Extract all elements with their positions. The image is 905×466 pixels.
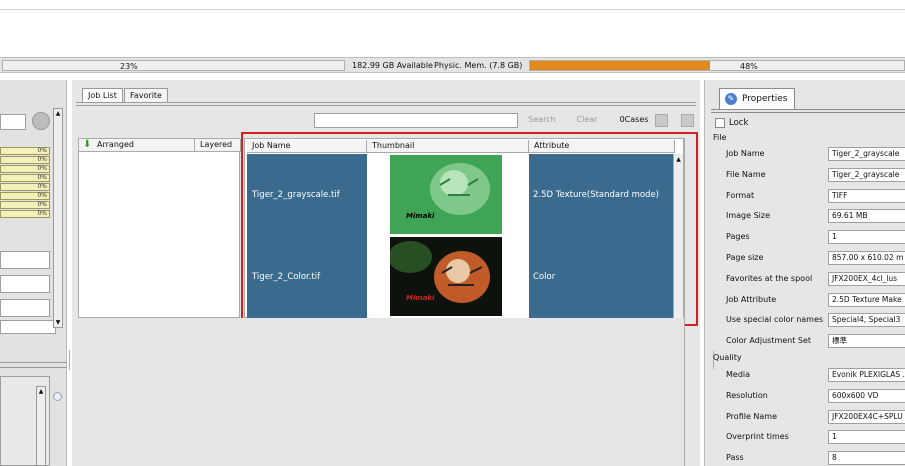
- percent-row: 0%: [0, 174, 50, 182]
- search-button[interactable]: Search: [524, 112, 560, 128]
- property-value-field[interactable]: Tiger_2_grayscale: [828, 167, 905, 182]
- case-count: 0Cases: [619, 115, 649, 124]
- status-circle-icon: [32, 112, 50, 130]
- tab-favorite[interactable]: Favorite: [124, 88, 168, 103]
- property-value-field[interactable]: 1: [828, 230, 905, 245]
- percent-row: 0%: [0, 183, 50, 191]
- memory-usage-fill: [530, 61, 710, 70]
- left-input-2[interactable]: [0, 275, 50, 293]
- nav-prev-button[interactable]: [655, 114, 668, 127]
- nav-next-button[interactable]: [681, 114, 694, 127]
- search-input[interactable]: [314, 113, 518, 128]
- property-value-field[interactable]: Evonik PLEXIGLAS .: [828, 368, 905, 382]
- percent-row: 0%: [0, 147, 50, 155]
- arrange-list: ⬇ Arranged Layered: [78, 138, 241, 318]
- file-section-label: File: [713, 133, 727, 142]
- property-label: Job Attribute: [726, 294, 777, 304]
- properties-panel: ✎ Properties Lock File Quality Job Name T…: [704, 80, 905, 466]
- properties-tab-label: Properties: [742, 94, 788, 104]
- arrange-down-arrow-icon: ⬇: [83, 139, 92, 150]
- property-value-field[interactable]: 8: [828, 451, 905, 466]
- disk-percent: 23%: [120, 62, 138, 71]
- property-value-field[interactable]: 2.5D Texture Make: [828, 292, 905, 307]
- scroll-down-icon[interactable]: ▼: [54, 318, 62, 327]
- property-label: Media: [726, 370, 751, 379]
- property-label: Resolution: [726, 390, 768, 400]
- property-value-field[interactable]: 1: [828, 430, 905, 445]
- property-value-field[interactable]: 69.61 MB: [828, 209, 905, 224]
- center-lower-area: [78, 318, 684, 466]
- splitter-knob-icon[interactable]: [53, 392, 62, 401]
- layered-header[interactable]: Layered: [195, 139, 241, 152]
- memory-label: Physic. Mem. (7.8 GB): [434, 61, 523, 70]
- left-scrollbar-top[interactable]: ▲ ▼: [53, 108, 63, 328]
- property-label: Favorites at the spool: [726, 273, 813, 283]
- status-bar: 23% 182.99 GB Available Physic. Mem. (7.…: [0, 57, 905, 73]
- properties-icon: ✎: [725, 93, 737, 105]
- percent-row: 0%: [0, 192, 50, 200]
- tab-properties[interactable]: ✎ Properties: [719, 88, 795, 109]
- property-value-field[interactable]: 標準: [828, 334, 905, 349]
- property-label: Profile Name: [726, 411, 778, 421]
- property-label: Overprint times: [726, 432, 789, 442]
- left-input-4[interactable]: [0, 320, 56, 334]
- tab-job-list[interactable]: Job List: [82, 88, 123, 103]
- left-splitter[interactable]: [0, 362, 67, 368]
- property-value-field[interactable]: JFX200EX_4cl_lus: [828, 271, 905, 286]
- percent-row: 0%: [0, 156, 50, 164]
- scroll-up-icon[interactable]: ▲: [54, 109, 62, 118]
- disk-usage-bar: 23%: [2, 60, 345, 71]
- tab-underline: [76, 102, 696, 106]
- left-panel: 0% 0% 0% 0% 0% 0% 0% 0% ▲ ▼ ▲: [0, 80, 67, 466]
- property-label: Image Size: [726, 211, 771, 221]
- percent-row: 0%: [0, 210, 50, 218]
- left-input-3[interactable]: [0, 299, 50, 317]
- selection-highlight: [241, 132, 698, 326]
- property-label: File Name: [726, 169, 766, 179]
- property-value-field[interactable]: 857.00 x 610.02 m: [828, 251, 905, 265]
- memory-usage-bar: 48%: [529, 60, 905, 71]
- arranged-label: Arranged: [97, 140, 134, 149]
- clear-button[interactable]: Clear: [572, 112, 602, 128]
- top-divider: [0, 9, 905, 10]
- center-scrollbar[interactable]: [684, 138, 696, 466]
- memory-percent: 48%: [740, 62, 758, 71]
- property-label: Color Adjustment Set: [726, 336, 812, 346]
- quality-section-label: Quality: [713, 353, 742, 362]
- disk-available: 182.99 GB Available: [352, 61, 433, 70]
- job-panel: Job List Favorite Search Clear 0Cases ⬇ …: [69, 80, 700, 466]
- property-value-field[interactable]: JFX200EX4C+SPLU: [828, 409, 905, 424]
- property-label: Job Name: [726, 149, 765, 158]
- property-label: Pass: [726, 453, 744, 463]
- property-value-field[interactable]: Tiger_2_grayscale: [828, 147, 905, 161]
- vertical-splitter[interactable]: [69, 350, 72, 370]
- left-scrollbar-bottom[interactable]: ▲: [36, 386, 46, 466]
- arranged-header[interactable]: ⬇ Arranged: [79, 139, 195, 152]
- left-input-1[interactable]: [0, 251, 50, 269]
- property-value-field[interactable]: 600x600 VD: [828, 388, 905, 403]
- scroll-up-icon[interactable]: ▲: [37, 387, 45, 396]
- property-label: Format: [726, 190, 755, 200]
- property-value-field[interactable]: Special4, Special3: [828, 313, 905, 328]
- lock-checkbox[interactable]: [715, 118, 725, 128]
- property-label: Pages: [726, 232, 750, 242]
- lock-label: Lock: [729, 118, 749, 128]
- properties-tab-underline: [711, 109, 905, 113]
- percent-row: 0%: [0, 201, 50, 209]
- percent-row: 0%: [0, 165, 50, 173]
- property-value-field[interactable]: TIFF: [828, 188, 905, 203]
- left-input-top[interactable]: [0, 114, 26, 130]
- property-label: Page size: [726, 253, 764, 262]
- property-label: Use special color names: [726, 315, 824, 325]
